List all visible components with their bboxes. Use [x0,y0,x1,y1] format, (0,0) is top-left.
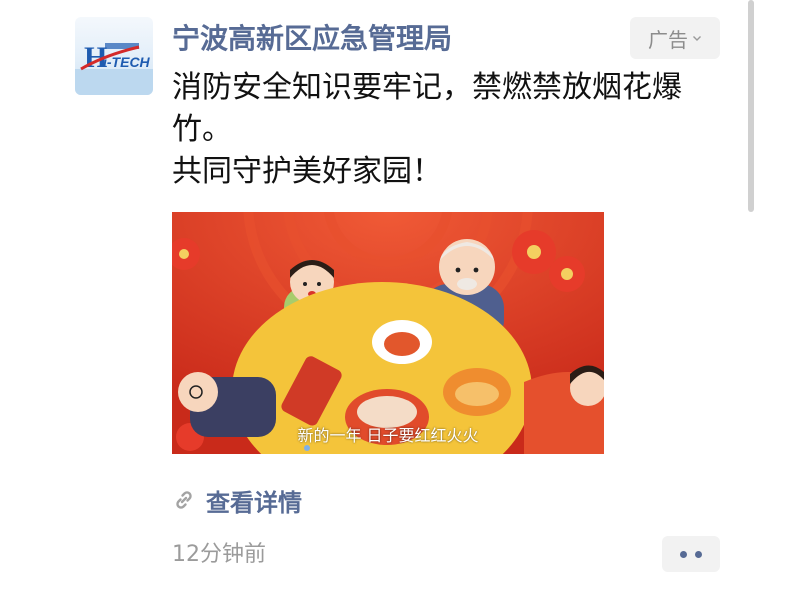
post-body-text: 消防安全知识要牢记，禁燃禁放烟花爆竹。 共同守护美好家园！ [172,67,732,193]
video-subtitle: 新的一年 日子要红红火火 [297,426,479,445]
video-thumbnail [172,212,604,454]
video-player[interactable]: 新的一年 日子要红红火火 [172,212,604,454]
scrollbar[interactable] [748,0,754,212]
ad-tag-button[interactable]: 广告 [630,17,720,59]
view-details-label: 查看详情 [206,488,302,517]
more-dots-icon [695,550,702,558]
link-icon [176,491,192,509]
chevron-down-icon [693,36,701,41]
post-body-line: 消防安全知识要牢记，禁燃禁放烟花爆竹。 [172,70,682,147]
view-details-link[interactable]: 查看详情 [172,480,302,520]
more-actions-button[interactable] [662,536,720,572]
post-timestamp: 12分钟前 [172,542,266,567]
account-name[interactable]: 宁波高新区应急管理局 [172,20,452,58]
avatar[interactable]: H i-TECH [75,17,153,95]
hi-tech-logo: H i-TECH [75,41,153,95]
ad-tag-label: 广告 [648,27,688,52]
post-body-line: 共同守护美好家园！ [172,154,442,189]
more-dots-icon [680,550,687,558]
moments-ad-post: H i-TECH 宁波高新区应急管理局 广告 消防安全知识要牢记，禁燃禁放烟花爆… [0,0,800,600]
